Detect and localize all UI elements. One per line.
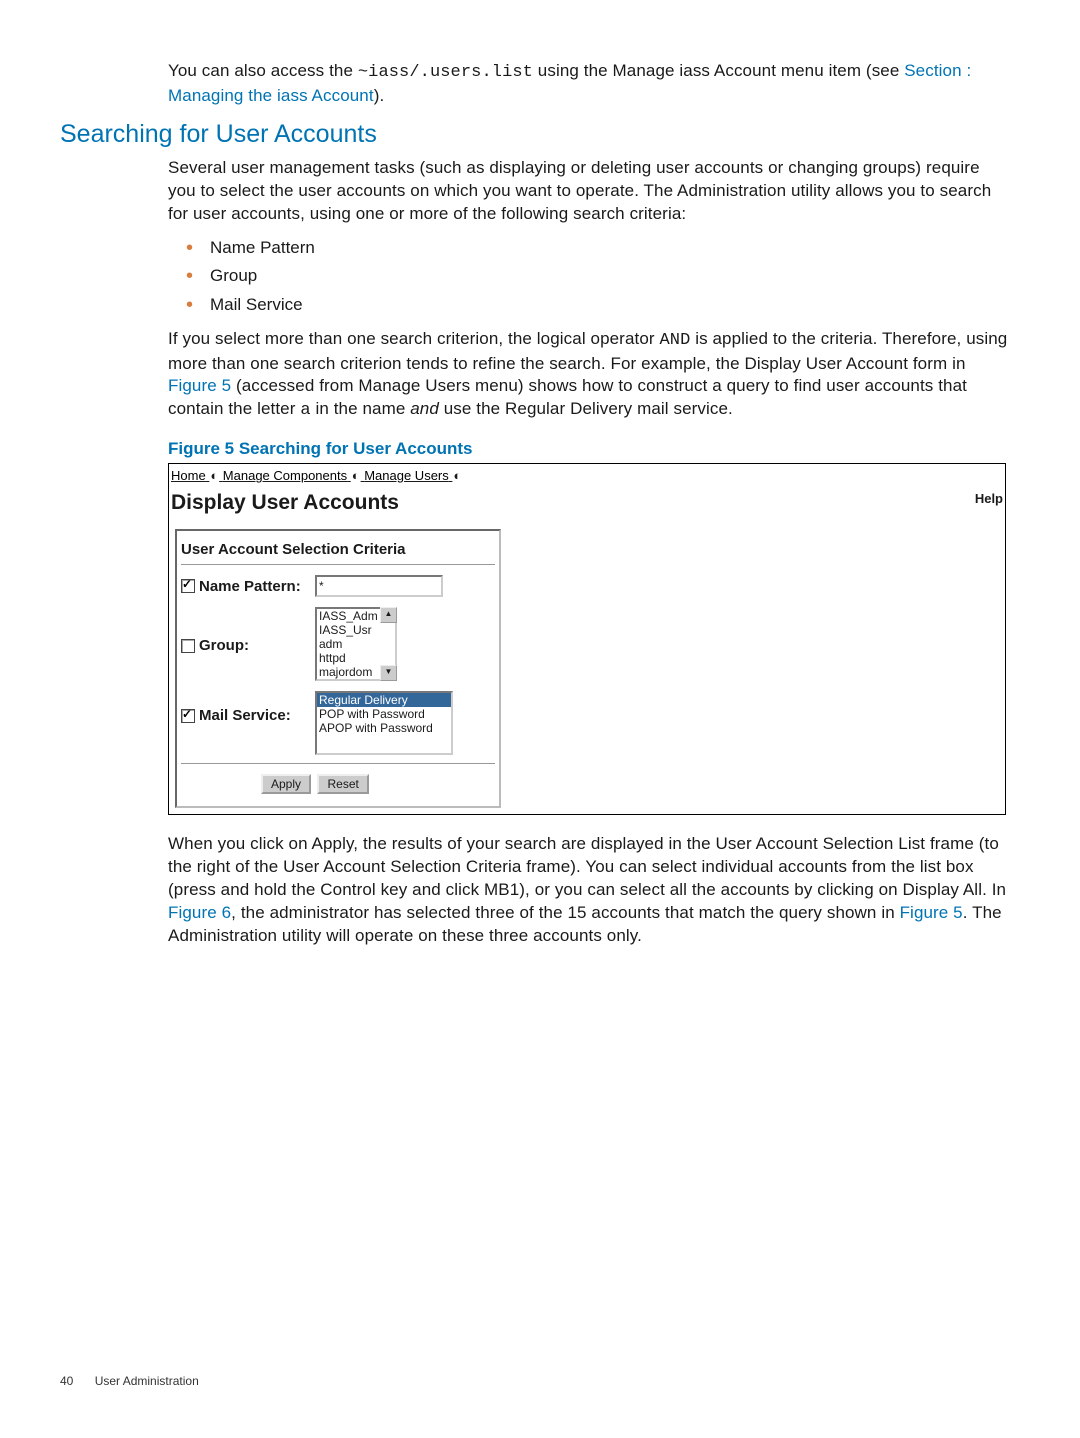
mail-service-label: Mail Service: (199, 707, 291, 724)
divider (181, 763, 495, 764)
page-footer: 40 User Administration (60, 1374, 199, 1388)
page-number: 40 (60, 1374, 73, 1388)
scroll-up-icon[interactable]: ▲ (380, 607, 397, 623)
breadcrumb-sep-icon: ◐ (453, 468, 461, 483)
group-listbox[interactable]: ▲ IASS_Adm IASS_Usr adm httpd majordom ▼ (315, 607, 397, 681)
breadcrumb-users[interactable]: Manage Users (364, 468, 449, 483)
reset-button[interactable]: Reset (317, 774, 368, 794)
para3: When you click on Apply, the results of … (168, 833, 1012, 948)
criteria-legend: User Account Selection Criteria (181, 541, 495, 558)
scroll-down-icon[interactable]: ▼ (380, 665, 397, 681)
name-pattern-input[interactable]: * (315, 575, 443, 597)
letter-a-code: a (300, 401, 310, 420)
figure6-link[interactable]: Figure 6 (168, 903, 231, 922)
para2: If you select more than one search crite… (168, 328, 1012, 424)
name-pattern-checkbox[interactable] (181, 579, 195, 593)
help-link[interactable]: Help (975, 491, 1003, 506)
figure5-link-2[interactable]: Figure 5 (900, 903, 963, 922)
intro-paragraph: You can also access the ~iass/.users.lis… (168, 60, 1012, 108)
figure5-screenshot: Home ◐ Manage Components ◐ Manage Users … (168, 463, 1006, 815)
group-option[interactable]: adm (317, 637, 395, 651)
apply-button[interactable]: Apply (261, 774, 311, 794)
breadcrumb-components[interactable]: Manage Components (223, 468, 347, 483)
figure5-link[interactable]: Figure 5 (168, 376, 231, 395)
and-em: and (410, 399, 439, 418)
and-code: AND (659, 331, 690, 350)
group-checkbox[interactable] (181, 639, 195, 653)
intro-close: ). (374, 86, 385, 105)
mail-service-listbox[interactable]: Regular Delivery POP with Password APOP … (315, 691, 453, 755)
intro-text-before: You can also access the (168, 61, 358, 80)
name-pattern-label: Name Pattern: (199, 578, 301, 595)
mail-service-option[interactable]: APOP with Password (317, 721, 451, 735)
intro-text-after: using the Manage iass Account menu item … (533, 61, 904, 80)
group-option[interactable]: httpd (317, 651, 395, 665)
list-item: Group (196, 264, 1012, 289)
breadcrumb-home[interactable]: Home (171, 468, 206, 483)
breadcrumb-sep-icon: ◐ (210, 468, 218, 483)
mail-service-option[interactable]: Regular Delivery (317, 693, 451, 707)
page-title: Display User Accounts (171, 491, 399, 515)
section-heading: Searching for User Accounts (60, 120, 1012, 149)
criteria-list: Name Pattern Group Mail Service (168, 236, 1012, 318)
breadcrumb-sep-icon: ◐ (352, 468, 360, 483)
criteria-box: User Account Selection Criteria Name Pat… (175, 529, 501, 808)
divider (181, 564, 495, 565)
group-option[interactable]: IASS_Usr (317, 623, 395, 637)
figure-caption: Figure 5 Searching for User Accounts (168, 439, 1012, 459)
footer-title: User Administration (95, 1374, 199, 1388)
mail-service-option[interactable]: POP with Password (317, 707, 451, 721)
group-label: Group: (199, 637, 249, 654)
para1: Several user management tasks (such as d… (168, 157, 1012, 226)
list-item: Mail Service (196, 293, 1012, 318)
breadcrumb: Home ◐ Manage Components ◐ Manage Users … (169, 464, 1005, 485)
mail-service-checkbox[interactable] (181, 709, 195, 723)
intro-code: ~iass/.users.list (358, 63, 533, 82)
list-item: Name Pattern (196, 236, 1012, 261)
